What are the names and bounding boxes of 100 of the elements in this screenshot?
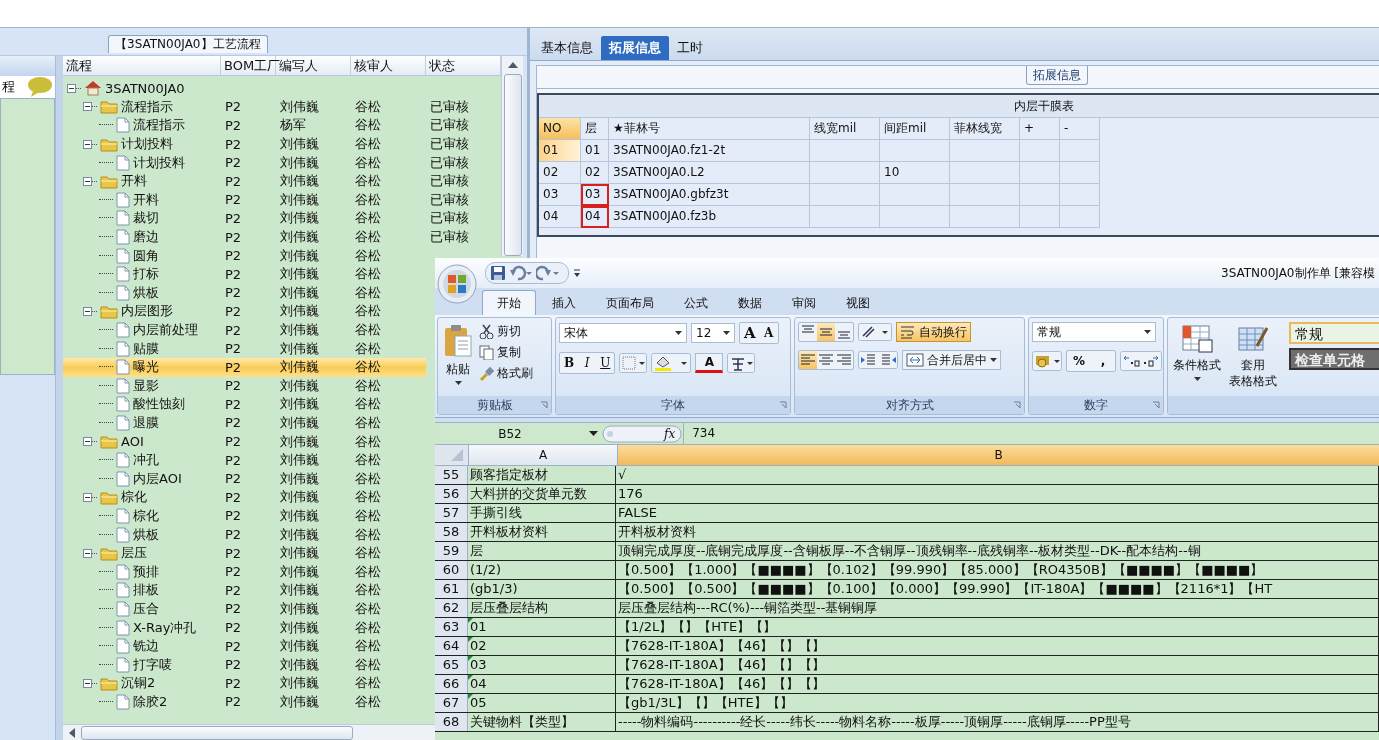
tree-row[interactable]: 裁切 P2 刘伟巍 谷松 已审核 (63, 209, 501, 228)
italic-button[interactable]: I (578, 353, 597, 373)
comma-button[interactable]: , (1091, 351, 1115, 371)
tree-row[interactable]: 内层前处理 P2 刘伟巍 谷松 (63, 320, 426, 340)
tree-row[interactable]: 除胶2 P2 刘伟巍 谷松 (63, 692, 426, 712)
currency-icon[interactable] (1032, 351, 1062, 371)
tree-row[interactable]: 计划投料 P2 刘伟巍 谷松 已审核 (63, 153, 501, 172)
tree-row[interactable]: 烘板 P2 刘伟巍 谷松 (63, 525, 426, 544)
column-header[interactable]: 间距mil (880, 118, 950, 140)
error-triangle-icon[interactable] (468, 637, 473, 642)
cell-style-swatch[interactable]: 检查单元格 (1289, 348, 1379, 370)
tree-row[interactable]: 退膜 P2 刘伟巍 谷松 (63, 413, 426, 433)
format-painter-button[interactable]: 格式刷 (479, 364, 533, 382)
decimal-places-icon[interactable] (1120, 351, 1162, 371)
tree-row[interactable]: 内层AOI P2 刘伟巍 谷松 (63, 469, 426, 489)
undo-icon[interactable] (509, 265, 533, 281)
row-header[interactable]: 57 (435, 504, 468, 522)
column-header[interactable]: + (1020, 118, 1060, 140)
grow-font-button[interactable]: A (740, 323, 760, 343)
row-header[interactable]: 61 (435, 580, 468, 598)
copy-button[interactable]: 复制 (479, 343, 533, 361)
save-icon[interactable] (490, 265, 506, 281)
tree-row[interactable]: 磨边 P2 刘伟巍 谷松 已审核 (63, 227, 501, 247)
row-header[interactable]: 55 (435, 466, 468, 484)
indent-icon[interactable] (858, 351, 898, 369)
collapse-icon[interactable] (83, 101, 97, 113)
collapse-icon[interactable] (83, 491, 97, 503)
tree-row[interactable]: 3SATN00JA0 (63, 79, 426, 98)
name-box[interactable]: B52 (435, 426, 585, 441)
phonetic-guide-icon[interactable] (727, 353, 756, 373)
table-cell[interactable]: 03 (539, 184, 581, 206)
row-header[interactable]: 58 (435, 523, 468, 541)
column-header[interactable]: 层 (581, 118, 609, 140)
orientation-icon[interactable] (858, 323, 892, 341)
column-header[interactable]: 核审人 (351, 56, 426, 75)
tree-row[interactable]: 冲孔 P2 刘伟巍 谷松 (63, 450, 426, 470)
scrollbar[interactable] (501, 56, 523, 256)
speech-bubble-icon[interactable] (27, 76, 53, 98)
tree-row[interactable]: 流程指示 P2 杨军 谷松 已审核 (63, 116, 501, 135)
collapse-icon[interactable] (83, 677, 97, 689)
scroll-left-icon[interactable] (67, 726, 77, 739)
tree-row[interactable]: 曝光 P2 刘伟巍 谷松 (63, 357, 426, 377)
column-header[interactable]: 编写人 (276, 56, 351, 75)
tree-row[interactable]: 贴膜 P2 刘伟巍 谷松 (63, 339, 426, 358)
ribbon-tab[interactable]: 公式 (670, 291, 722, 315)
tree-row[interactable]: 排板 P2 刘伟巍 谷松 (63, 581, 426, 600)
ribbon-tab[interactable]: 页面布局 (592, 291, 668, 315)
row-header[interactable]: 66 (435, 675, 468, 693)
font-size-field[interactable]: 12 (691, 323, 735, 343)
table-cell[interactable]: 02 (539, 162, 581, 184)
row-header[interactable]: 65 (435, 656, 468, 674)
ribbon-tab[interactable]: 视图 (832, 291, 884, 315)
collapse-icon[interactable] (83, 138, 97, 150)
collapse-icon[interactable] (83, 175, 97, 187)
dialog-launcher-icon[interactable] (779, 401, 787, 409)
row-header[interactable]: 59 (435, 542, 468, 560)
tab[interactable]: 拓展信息 (601, 36, 669, 60)
scrollbar[interactable] (63, 724, 435, 740)
font-name-field[interactable]: 宋体 (559, 323, 687, 343)
align-lines-icon[interactable] (817, 323, 835, 341)
row-header[interactable]: 63 (435, 618, 468, 636)
column-header[interactable]: ★菲林号 (609, 118, 810, 140)
table-format-button[interactable]: 套用 表格格式 (1227, 322, 1279, 396)
ribbon-tab[interactable]: 开始 (482, 290, 536, 315)
column-header[interactable]: NO (539, 118, 581, 140)
tree-row[interactable]: 开料 P2 刘伟巍 谷松 已审核 (63, 190, 501, 210)
fill-color-icon[interactable] (651, 353, 692, 373)
column-header[interactable]: A (468, 445, 617, 465)
tree-row[interactable]: 打字唛 P2 刘伟巍 谷松 (63, 655, 426, 674)
error-triangle-icon[interactable] (468, 656, 473, 661)
row-header[interactable]: 60 (435, 561, 468, 579)
tree-row[interactable]: 流程指示 P2 刘伟巍 谷松 已审核 (63, 97, 501, 117)
table-cell[interactable]: 04 (539, 206, 581, 228)
tree-row[interactable]: 层压 P2 刘伟巍 谷松 (63, 543, 426, 563)
error-triangle-icon[interactable] (468, 694, 473, 699)
cell-style-swatch[interactable]: 常规 (1289, 322, 1379, 344)
shrink-font-button[interactable]: A (759, 323, 778, 343)
tree-row[interactable]: 计划投料 P2 刘伟巍 谷松 已审核 (63, 134, 501, 154)
collapse-icon[interactable] (83, 305, 97, 317)
scrollbar-thumb[interactable] (503, 74, 522, 256)
tree-row[interactable]: 打标 P2 刘伟巍 谷松 (63, 264, 426, 284)
function-label[interactable]: fx (664, 426, 676, 441)
tree-row[interactable]: 内层图形 P2 刘伟巍 谷松 (63, 302, 426, 321)
tree-row[interactable]: 烘板 P2 刘伟巍 谷松 (63, 283, 426, 303)
tab[interactable]: 基本信息 (533, 36, 601, 60)
redo-icon[interactable] (536, 265, 560, 281)
align-lines-icon[interactable] (799, 351, 817, 369)
tree-row[interactable]: 沉铜2 P2 刘伟巍 谷松 (63, 674, 426, 693)
collapse-icon[interactable] (67, 82, 81, 94)
dialog-launcher-icon[interactable] (1152, 401, 1160, 409)
scroll-up-icon[interactable] (506, 60, 519, 70)
column-header[interactable]: - (1060, 118, 1100, 140)
row-header[interactable]: 56 (435, 485, 468, 503)
table-cell[interactable]: 01 (539, 140, 581, 162)
borders-icon[interactable] (619, 353, 648, 373)
tree-row[interactable]: 开料 P2 刘伟巍 谷松 已审核 (63, 171, 501, 191)
tree-row[interactable]: 棕化 P2 刘伟巍 谷松 (63, 506, 426, 526)
font-color-button[interactable]: A (695, 353, 724, 373)
column-header[interactable]: 流程 (63, 56, 221, 75)
tree-row[interactable]: 酸性蚀刻 P2 刘伟巍 谷松 (63, 395, 426, 414)
